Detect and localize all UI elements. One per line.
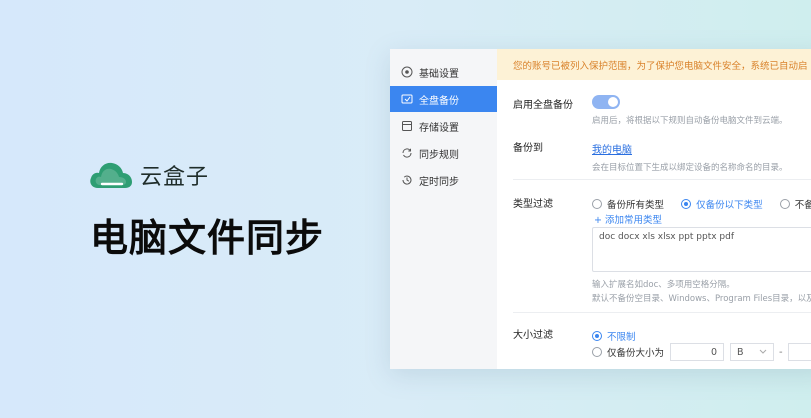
sidebar-item-label: 全盘备份 (419, 95, 459, 107)
full-backup-toggle[interactable] (592, 95, 620, 109)
radio-label: 仅备份大小为 (607, 348, 665, 359)
type-filter-label: 类型过滤 (513, 199, 553, 210)
sync-icon (400, 146, 414, 160)
max-size-input[interactable] (787, 343, 811, 361)
extensions-textarea[interactable]: doc docx xls xlsx ppt pptx pdf (592, 227, 811, 272)
extensions-hint: 输入扩展名如doc、多项用空格分隔。 (592, 280, 735, 290)
settings-content: 您的账号已被列入保护范围，为了保护您电脑文件安全，系统已自动启 启用全盘备份 启… (497, 49, 811, 369)
sidebar-item-label: 基础设置 (419, 68, 459, 80)
radio-label: 备份所有类型 (607, 200, 665, 211)
chevron-down-icon (759, 349, 767, 354)
sidebar: 基础设置 全盘备份 存储设置 同步规则 定时同步 (390, 49, 497, 369)
backup-to-label: 备份到 (513, 143, 543, 154)
radio-backup-selected-types[interactable]: 仅备份以下类型 (681, 197, 763, 211)
settings-circle-icon (400, 65, 414, 79)
storage-icon (400, 119, 414, 133)
divider (513, 312, 811, 313)
sidebar-item-label: 同步规则 (419, 149, 459, 161)
settings-window: 基础设置 全盘备份 存储设置 同步规则 定时同步 您的账号已被列入保护范围，为了… (390, 49, 811, 369)
add-common-type-link[interactable]: + 添加常用类型 (594, 212, 662, 226)
radio-exclude-types[interactable]: 不备份 (779, 197, 811, 211)
full-backup-desc: 启用后，将根据以下规则自动备份电脑文件到云端。 (592, 116, 788, 126)
full-backup-label: 启用全盘备份 (513, 100, 573, 111)
min-size-input[interactable]: 0 (670, 343, 725, 361)
backup-target-link[interactable]: 我的电脑 (592, 145, 632, 156)
brand: 云盒子 (88, 158, 209, 192)
radio-label: 仅备份以下类型 (696, 200, 763, 211)
sidebar-item-label: 定时同步 (419, 176, 459, 188)
radio-label: 不限制 (607, 332, 636, 343)
headline: 电脑文件同步 (90, 216, 325, 260)
brand-name: 云盒子 (140, 165, 210, 190)
exclusions-hint: 默认不备份空目录、Windows、Program Files目录，以及隐 (592, 294, 811, 304)
sidebar-item-sync-rules[interactable]: 同步规则 (390, 140, 497, 166)
sidebar-item-full-backup[interactable]: 全盘备份 (390, 86, 497, 112)
range-separator: - (779, 346, 783, 358)
sidebar-item-storage-settings[interactable]: 存储设置 (390, 113, 497, 139)
sidebar-item-basic-settings[interactable]: 基础设置 (390, 59, 497, 85)
size-filter-label: 大小过滤 (513, 330, 553, 341)
size-unit-value: B (737, 346, 744, 358)
clock-sync-icon (400, 173, 414, 187)
radio-size-unlimited[interactable]: 不限制 (592, 329, 636, 343)
radio-size-range[interactable]: 仅备份大小为 (592, 345, 664, 359)
backup-icon (400, 92, 414, 106)
sidebar-item-label: 存储设置 (419, 122, 459, 134)
protection-banner: 您的账号已被列入保护范围，为了保护您电脑文件安全，系统已自动启 (497, 49, 811, 80)
size-unit-select[interactable]: B (730, 343, 775, 361)
cloud-logo-icon (90, 162, 132, 188)
divider (513, 179, 811, 180)
sidebar-item-scheduled-sync[interactable]: 定时同步 (390, 167, 497, 193)
radio-label: 不备份 (794, 200, 811, 211)
backup-to-desc: 会在目标位置下生成以绑定设备的名称命名的目录。 (592, 163, 788, 173)
radio-backup-all-types[interactable]: 备份所有类型 (592, 197, 664, 211)
